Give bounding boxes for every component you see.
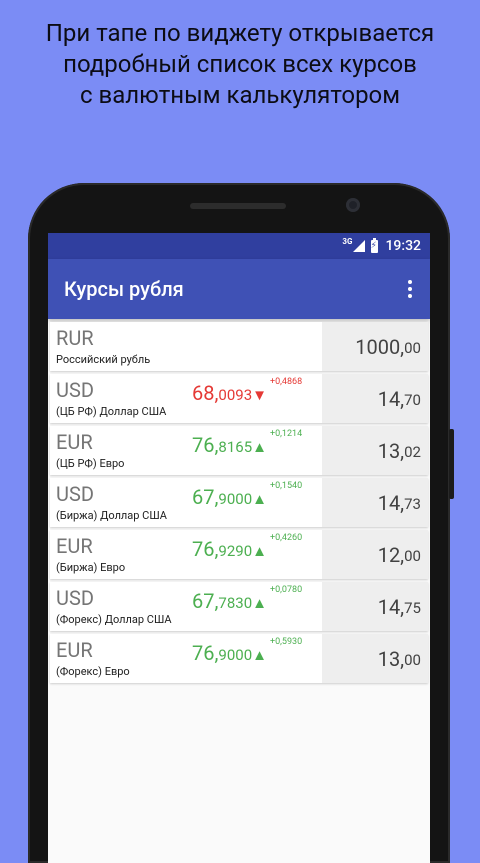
rate-change: +0,4260 xyxy=(270,533,303,543)
converted-amount[interactable]: 13, 00 xyxy=(322,634,428,683)
currency-code: USD xyxy=(56,482,94,506)
currency-name: (ЦБ РФ) Евро xyxy=(56,457,125,470)
rate-info[interactable]: USD 67,7830▲ +0,0780 (Форекс) Доллар США xyxy=(50,582,322,631)
rate-change: +0,1214 xyxy=(270,429,303,439)
rate-integer: 68, xyxy=(192,381,219,405)
status-bar: 3G 19:32 xyxy=(48,233,430,259)
trend-arrow-icon: ▲ xyxy=(252,594,268,612)
phone-side-button xyxy=(449,429,454,499)
rate-fraction: 9290 xyxy=(218,542,253,560)
rate-fraction: 9000 xyxy=(218,646,253,664)
rate-integer: 67, xyxy=(192,485,219,509)
rate-info[interactable]: EUR 76,8165▲ +0,1214 (ЦБ РФ) Евро xyxy=(50,426,322,475)
amount-fraction: 00 xyxy=(404,338,421,357)
exchange-rate: 76,8165▲ +0,1214 xyxy=(192,429,302,457)
phone-frame: 3G 19:32 Курсы рубля RUR Российский рубл… xyxy=(28,183,454,863)
rate-info[interactable]: RUR Российский рубль xyxy=(50,322,322,371)
rate-row[interactable]: USD 68,0093▼ +0,4868 (ЦБ РФ) Доллар США … xyxy=(50,374,428,423)
rate-row[interactable]: EUR 76,9290▲ +0,4260 (Биржа) Евро 12, 00 xyxy=(50,530,428,579)
amount-integer: 13, xyxy=(377,438,405,463)
currency-name: Российский рубль xyxy=(56,353,151,366)
rate-change: +0,4868 xyxy=(270,377,303,387)
currency-code: EUR xyxy=(56,534,93,558)
rate-fraction: 7830 xyxy=(218,594,253,612)
trend-arrow-icon: ▲ xyxy=(252,542,268,560)
exchange-rate: 76,9290▲ +0,4260 xyxy=(192,533,302,561)
trend-arrow-icon: ▼ xyxy=(252,386,268,404)
converted-amount[interactable]: 12, 00 xyxy=(322,530,428,579)
app-toolbar: Курсы рубля xyxy=(48,259,430,319)
rate-info[interactable]: EUR 76,9290▲ +0,4260 (Биржа) Евро xyxy=(50,530,322,579)
currency-code: RUR xyxy=(56,326,94,350)
app-screen: 3G 19:32 Курсы рубля RUR Российский рубл… xyxy=(48,233,430,863)
amount-integer: 14, xyxy=(377,594,405,619)
rate-change: +0,1540 xyxy=(270,481,303,491)
converted-amount[interactable]: 14, 70 xyxy=(322,374,428,423)
phone-camera xyxy=(346,198,360,212)
rate-change: +0,5930 xyxy=(270,637,303,647)
rate-integer: 76, xyxy=(192,433,219,457)
amount-fraction: 73 xyxy=(404,494,421,513)
trend-arrow-icon: ▲ xyxy=(252,490,268,508)
currency-code: USD xyxy=(56,378,94,402)
rate-row[interactable]: USD 67,9000▲ +0,1540 (Биржа) Доллар США … xyxy=(50,478,428,527)
promo-line-3: с валютным калькулятором xyxy=(79,81,401,109)
converted-amount[interactable]: 14, 73 xyxy=(322,478,428,527)
amount-fraction: 75 xyxy=(404,598,421,617)
rate-info[interactable]: USD 68,0093▼ +0,4868 (ЦБ РФ) Доллар США xyxy=(50,374,322,423)
trend-arrow-icon: ▲ xyxy=(252,438,268,456)
converted-amount[interactable]: 14, 75 xyxy=(322,582,428,631)
rate-fraction: 0093 xyxy=(218,386,253,404)
currency-name: (ЦБ РФ) Доллар США xyxy=(56,405,167,418)
battery-charging-icon xyxy=(370,237,379,253)
rate-row[interactable]: USD 67,7830▲ +0,0780 (Форекс) Доллар США… xyxy=(50,582,428,631)
signal-icon xyxy=(353,240,366,252)
currency-name: (Форекс) Евро xyxy=(56,665,130,678)
exchange-rate: 67,9000▲ +0,1540 xyxy=(192,481,302,509)
exchange-rate: 68,0093▼ +0,4868 xyxy=(192,377,302,405)
converted-amount[interactable]: 13, 02 xyxy=(322,426,428,475)
rate-row[interactable]: RUR Российский рубль 1000, 00 xyxy=(50,322,428,371)
currency-code: EUR xyxy=(56,430,93,454)
rate-change: +0,0780 xyxy=(270,585,303,595)
amount-integer: 14, xyxy=(377,386,405,411)
currency-code: USD xyxy=(56,586,94,610)
currency-name: (Биржа) Евро xyxy=(56,561,126,574)
amount-integer: 1000, xyxy=(355,334,405,359)
promo-line-2: подробный список всех курсов xyxy=(63,50,417,78)
promo-line-1: При тапе по виджету открывается xyxy=(45,19,435,47)
rate-integer: 76, xyxy=(192,641,219,665)
rate-info[interactable]: EUR 76,9000▲ +0,5930 (Форекс) Евро xyxy=(50,634,322,683)
promo-caption: При тапе по виджету открывается подробны… xyxy=(0,18,480,111)
rate-row[interactable]: EUR 76,8165▲ +0,1214 (ЦБ РФ) Евро 13, 02 xyxy=(50,426,428,475)
currency-name: (Форекс) Доллар США xyxy=(56,613,172,626)
app-title: Курсы рубля xyxy=(64,277,184,301)
rate-integer: 67, xyxy=(192,589,219,613)
rate-fraction: 9000 xyxy=(218,490,253,508)
exchange-rate: 76,9000▲ +0,5930 xyxy=(192,637,302,665)
rate-integer: 76, xyxy=(192,537,219,561)
amount-integer: 14, xyxy=(377,490,405,515)
currency-name: (Биржа) Доллар США xyxy=(56,509,167,522)
network-type: 3G xyxy=(342,236,353,246)
phone-speaker xyxy=(190,203,286,209)
converted-amount[interactable]: 1000, 00 xyxy=(322,322,428,371)
amount-fraction: 02 xyxy=(404,442,421,461)
status-time: 19:32 xyxy=(385,238,421,254)
rates-list: RUR Российский рубль 1000, 00 USD 68,0093… xyxy=(48,319,430,683)
more-vert-icon[interactable] xyxy=(408,280,412,298)
exchange-rate: 67,7830▲ +0,0780 xyxy=(192,585,302,613)
amount-integer: 12, xyxy=(377,542,405,567)
amount-fraction: 70 xyxy=(404,390,421,409)
rate-fraction: 8165 xyxy=(218,438,253,456)
amount-fraction: 00 xyxy=(404,650,421,669)
rate-row[interactable]: EUR 76,9000▲ +0,5930 (Форекс) Евро 13, 00 xyxy=(50,634,428,683)
trend-arrow-icon: ▲ xyxy=(252,646,268,664)
currency-code: EUR xyxy=(56,638,93,662)
amount-fraction: 00 xyxy=(404,546,421,565)
rate-info[interactable]: USD 67,9000▲ +0,1540 (Биржа) Доллар США xyxy=(50,478,322,527)
amount-integer: 13, xyxy=(377,646,405,671)
